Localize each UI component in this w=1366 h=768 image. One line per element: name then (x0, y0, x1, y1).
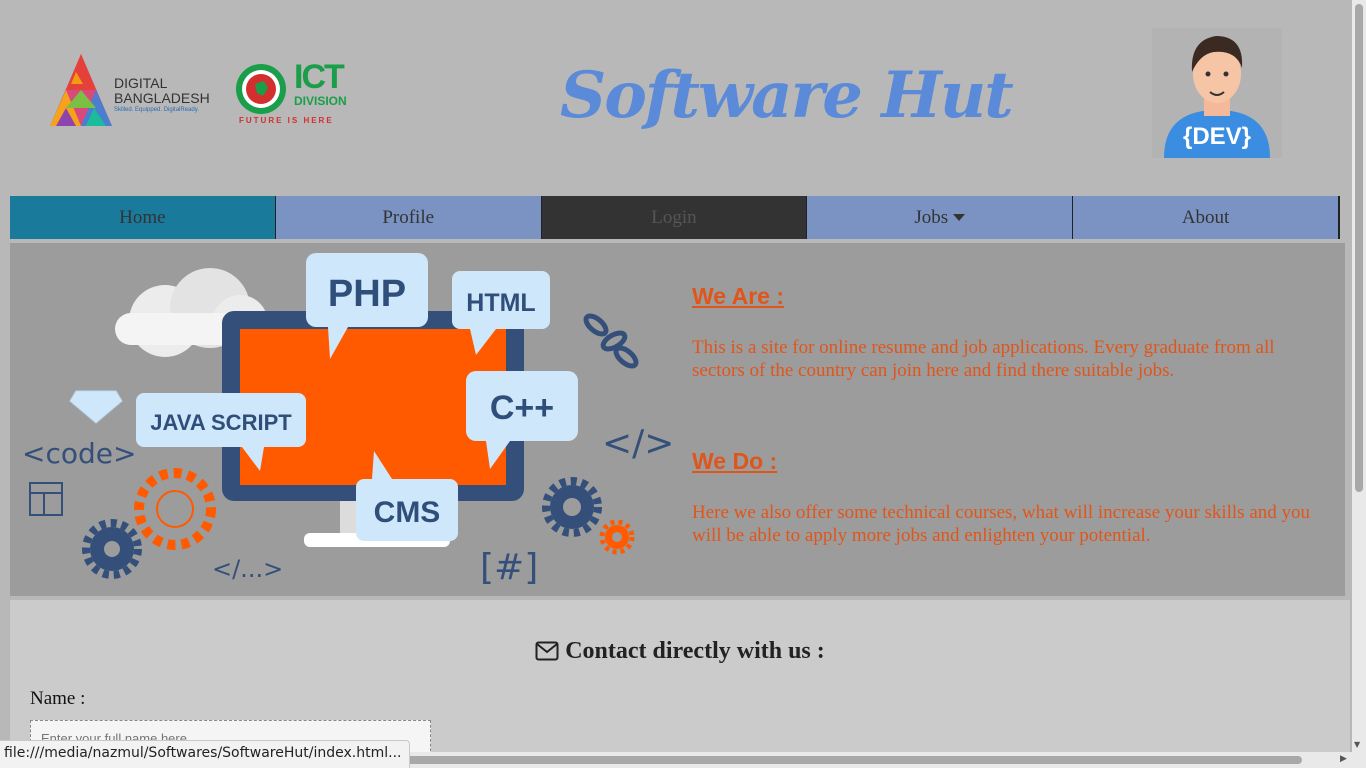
ict-division-logo[interactable]: ICT DIVISION FUTURE IS HERE (234, 60, 359, 130)
vertical-scrollbar[interactable]: ▼ (1352, 0, 1366, 752)
logo-title: DIGITAL BANGLADESH (114, 75, 210, 106)
nav-about[interactable]: About (1073, 196, 1338, 239)
nav-login[interactable]: Login (541, 196, 808, 239)
gear-icon-large-orange (134, 468, 216, 550)
nav-profile-label: Profile (382, 206, 435, 228)
hero-section: PHP HTML JAVA SCRIPT C++ CMS <code> </> … (10, 243, 1345, 596)
code-tag-label: <code> (22, 437, 136, 470)
we-are-heading: We Are : (692, 283, 785, 309)
javascript-label: JAVA SCRIPT (150, 410, 292, 435)
gear-icon-navy-left (82, 519, 142, 579)
nav-login-label: Login (651, 206, 697, 228)
we-do-text: Here we also offer some technical course… (692, 502, 1311, 546)
triangle-mosaic-icon (50, 54, 112, 126)
close-tag-label: </> (602, 423, 674, 464)
cpp-label: C++ (490, 389, 554, 427)
contact-title: Contact directly with us : (10, 638, 1350, 665)
layout-icon (29, 482, 63, 516)
ict-tagline: FUTURE IS HERE (239, 116, 334, 125)
ict-subtitle: DIVISION (294, 94, 347, 108)
nav-jobs-label: Jobs (914, 206, 949, 228)
logo-tagline: Skilled. Equipped. DigitalReady. (114, 107, 199, 113)
dots-tag-label: </...> (212, 555, 283, 583)
nav-jobs-dropdown[interactable]: Jobs (807, 196, 1074, 239)
contact-title-text: Contact directly with us : (565, 638, 825, 664)
diamond-icon (69, 390, 123, 424)
avatar-dev-label: {DEV} (1183, 123, 1251, 150)
site-header: DIGITAL BANGLADESH Skilled. Equipped. Dig… (0, 0, 1352, 196)
we-do-heading: We Do : (692, 448, 778, 474)
nav-home-label: Home (119, 206, 166, 228)
developer-avatar: {DEV} (1152, 28, 1282, 158)
name-label: Name : (30, 688, 86, 709)
main-navbar: Home Profile Login Jobs About (10, 196, 1340, 239)
link-status-bar: file:///media/nazmul/Softwares/SoftwareH… (0, 740, 411, 768)
scroll-down-arrow-icon[interactable]: ▼ (1354, 740, 1360, 749)
envelope-icon (535, 641, 559, 661)
gear-icon-navy-right (542, 477, 602, 537)
caret-down-icon (953, 214, 966, 221)
digital-bangladesh-logo[interactable]: DIGITAL BANGLADESH Skilled. Equipped. Dig… (46, 52, 226, 132)
hash-tag-label: [#] (480, 547, 538, 588)
ict-title: ICT (294, 58, 345, 96)
we-are-text: This is a site for online resume and job… (692, 337, 1275, 381)
php-label: PHP (328, 273, 406, 315)
cms-label: CMS (374, 496, 441, 529)
scroll-right-arrow-icon[interactable]: ▶ (1340, 754, 1347, 764)
government-seal-icon (236, 64, 286, 114)
vertical-scroll-thumb[interactable] (1355, 4, 1363, 492)
nav-home[interactable]: Home (10, 196, 276, 239)
chain-link-icon (583, 313, 639, 369)
hero-text: We Are : This is a site for online resum… (692, 283, 1322, 547)
coding-illustration: PHP HTML JAVA SCRIPT C++ CMS <code> </> … (22, 253, 674, 588)
nav-about-label: About (1181, 206, 1230, 228)
nav-profile[interactable]: Profile (275, 196, 542, 239)
site-brand-title[interactable]: Software Hut (560, 58, 1014, 133)
html-label: HTML (466, 289, 535, 317)
gear-icon-small-orange (599, 519, 635, 555)
